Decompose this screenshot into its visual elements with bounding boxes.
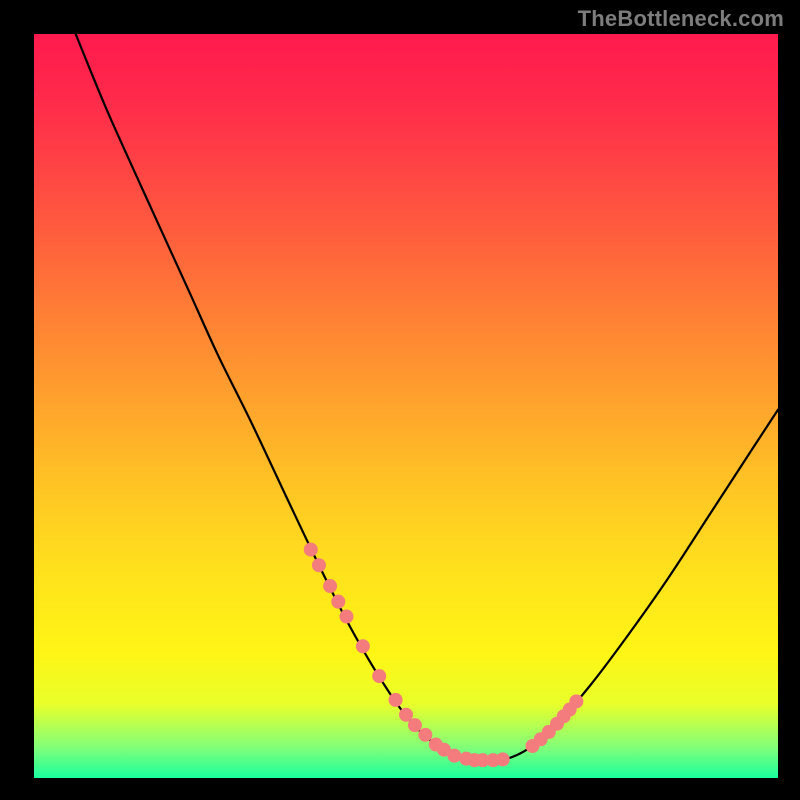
marker-dot [418,728,432,742]
marker-layer [304,543,584,768]
curve-layer [76,34,778,762]
marker-dot [323,579,337,593]
marker-dot [304,543,318,557]
watermark-text: TheBottleneck.com [578,6,784,32]
marker-dot [339,610,353,624]
marker-dot [356,639,370,653]
marker-dot [389,693,403,707]
bottleneck-curve [76,34,778,762]
chart-svg [34,34,778,778]
marker-dot [312,558,326,572]
marker-dot [496,752,510,766]
marker-dot [569,694,583,708]
marker-dot [331,595,345,609]
marker-dot [447,749,461,763]
marker-dot [408,718,422,732]
marker-dot [372,669,386,683]
chart-stage: TheBottleneck.com [0,0,800,800]
